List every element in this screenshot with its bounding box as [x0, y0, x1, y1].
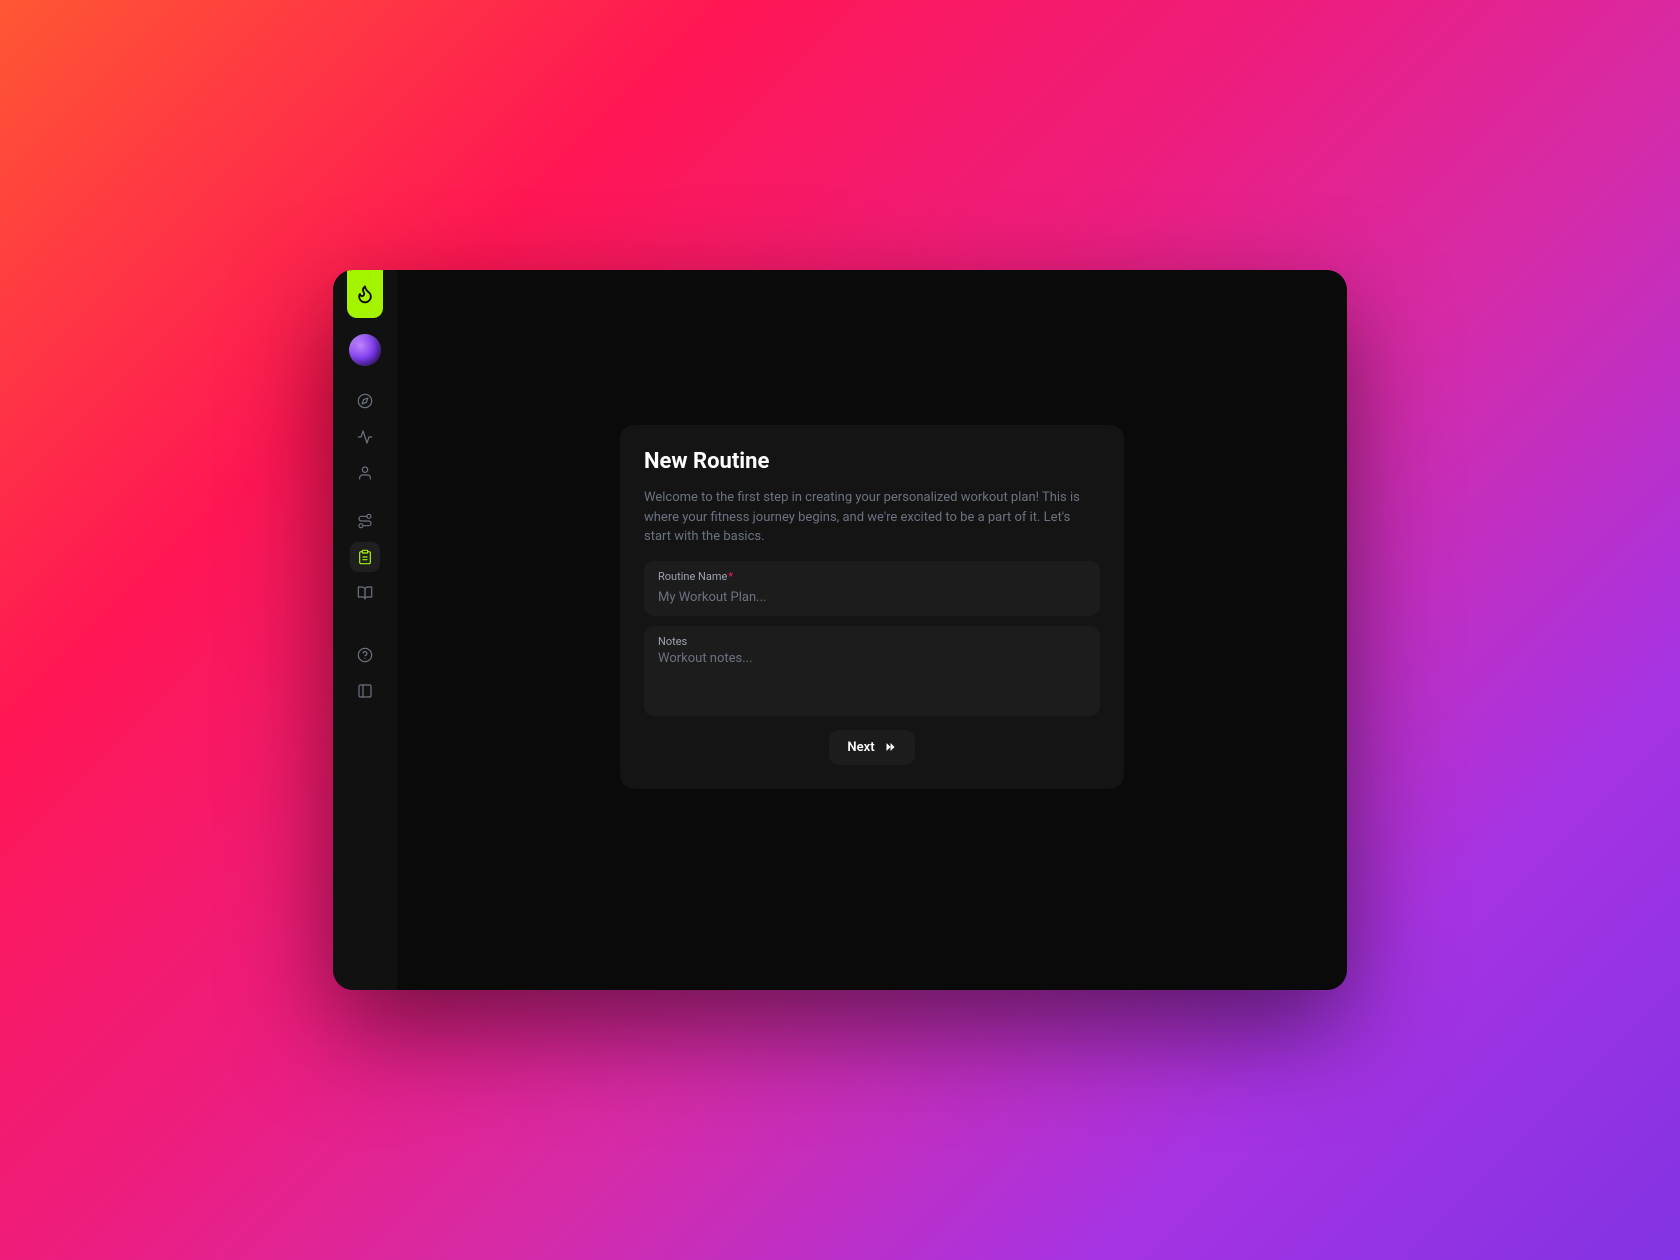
- main-content: New Routine Welcome to the first step in…: [397, 270, 1347, 990]
- routine-name-field[interactable]: Routine Name *: [644, 561, 1100, 616]
- button-row: Next: [644, 730, 1100, 765]
- avatar[interactable]: [349, 334, 381, 366]
- sidebar-item-user[interactable]: [350, 458, 380, 488]
- sidebar-toggle-icon: [357, 683, 373, 699]
- logo[interactable]: [347, 270, 383, 318]
- route-icon: [357, 513, 373, 529]
- new-routine-card: New Routine Welcome to the first step in…: [620, 425, 1124, 789]
- nav-list: [350, 386, 380, 706]
- routine-name-label: Routine Name *: [658, 570, 1086, 583]
- sidebar-item-compass[interactable]: [350, 386, 380, 416]
- clipboard-icon: [357, 549, 373, 565]
- sidebar-item-activity[interactable]: [350, 422, 380, 452]
- sidebar-item-route[interactable]: [350, 506, 380, 536]
- next-button[interactable]: Next: [829, 730, 914, 765]
- card-title: New Routine: [644, 449, 1100, 474]
- help-icon: [357, 647, 373, 663]
- notes-input[interactable]: [658, 651, 1086, 701]
- fast-forward-icon: [883, 741, 897, 753]
- next-button-label: Next: [847, 740, 874, 755]
- user-icon: [357, 465, 373, 481]
- app-window: New Routine Welcome to the first step in…: [333, 270, 1347, 990]
- compass-icon: [357, 393, 373, 409]
- book-icon: [357, 585, 373, 601]
- routine-name-label-text: Routine Name: [658, 570, 727, 583]
- routine-name-input[interactable]: [658, 590, 1086, 605]
- sidebar-item-clipboard[interactable]: [350, 542, 380, 572]
- notes-label-text: Notes: [658, 635, 687, 648]
- activity-icon: [357, 429, 373, 445]
- sidebar: [333, 270, 397, 990]
- flame-icon: [355, 284, 375, 304]
- sidebar-item-book[interactable]: [350, 578, 380, 608]
- sidebar-item-toggle[interactable]: [350, 676, 380, 706]
- notes-label: Notes: [658, 635, 1086, 648]
- sidebar-item-help[interactable]: [350, 640, 380, 670]
- notes-field[interactable]: Notes: [644, 626, 1100, 716]
- required-indicator: *: [728, 570, 733, 583]
- card-description: Welcome to the first step in creating yo…: [644, 488, 1100, 547]
